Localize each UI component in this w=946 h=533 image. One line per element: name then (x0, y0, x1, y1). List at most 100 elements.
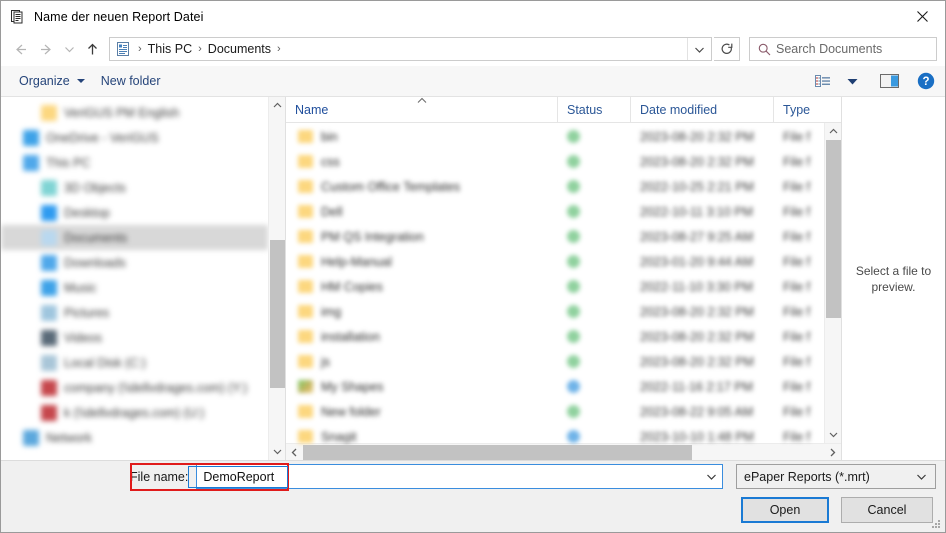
file-row-name: js (321, 354, 331, 369)
back-button[interactable] (7, 36, 33, 62)
file-row-name: Dell (321, 204, 343, 219)
file-row-name-cell: Help-Manual (286, 255, 558, 269)
nav-pane-item[interactable]: Documents (1, 225, 268, 250)
copy-documents-icon (10, 9, 26, 25)
file-list-rows[interactable]: bin 2023-08-20 2:32 PM File f css 2023-08-20… (286, 123, 824, 443)
nav-pane-item-label: VeriGUS PM English (64, 105, 180, 120)
file-list-scrollbar[interactable] (824, 123, 841, 443)
nav-pane-item[interactable]: VeriGUS PM English (1, 100, 268, 125)
nav-pane-item-label: OneDrive - VeriGUS (46, 130, 159, 145)
file-row-name-cell: js (286, 355, 558, 369)
nav-pane-item-label: company (\\dellvdrages.com) (Y:) (64, 380, 248, 395)
file-list-row[interactable]: Help-Manual 2023-01-20 9:44 AM File f (286, 249, 824, 274)
column-header-date-modified[interactable]: Date modified (631, 97, 774, 122)
chevron-left-icon[interactable] (286, 444, 303, 461)
file-list-row[interactable]: New folder 2023-08-22 9:05 AM File f (286, 399, 824, 424)
chevron-down-icon[interactable] (825, 426, 842, 443)
file-list-row[interactable]: My Shapes 2022-11-16 2:17 PM File f (286, 374, 824, 399)
nav-pane-item[interactable]: Desktop (1, 200, 268, 225)
navigation-scroll-track[interactable] (269, 114, 286, 443)
nav-pane-item[interactable]: OneDrive - VeriGUS (1, 125, 268, 150)
column-header-name[interactable]: Name (286, 97, 558, 122)
organize-button[interactable]: Organize (11, 71, 93, 91)
file-row-date: 2023-08-27 9:25 AM (640, 229, 754, 244)
view-layout-icon[interactable] (811, 70, 837, 92)
open-button-label: Open (769, 503, 801, 517)
nav-pane-item[interactable]: Local Disk (C:) (1, 350, 268, 375)
resize-grip-icon[interactable] (932, 520, 941, 529)
close-button[interactable] (899, 1, 945, 31)
file-list-row[interactable]: Snagit 2023-10-10 1:48 PM File f (286, 424, 824, 443)
file-list-scroll-track[interactable] (825, 140, 842, 426)
chevron-down-icon[interactable] (269, 443, 286, 460)
file-list-row[interactable]: css 2023-08-20 2:32 PM File f (286, 149, 824, 174)
chevron-right-icon[interactable] (824, 444, 841, 461)
nav-pane-item-label: Network (46, 430, 92, 445)
documents-folder-icon (115, 41, 131, 57)
file-list-row[interactable]: HM Copies 2022-11-10 3:30 PM File f (286, 274, 824, 299)
file-name-label: File name: (130, 469, 189, 484)
file-list-horizontal-scrollbar[interactable] (286, 443, 841, 460)
refresh-button[interactable] (714, 37, 740, 61)
preview-pane-icon[interactable] (877, 70, 903, 92)
search-input[interactable]: Search Documents (776, 42, 882, 56)
horizontal-scroll-track[interactable] (303, 444, 824, 461)
cancel-button[interactable]: Cancel (841, 497, 933, 523)
search-box[interactable]: Search Documents (749, 37, 937, 61)
file-row-status-cell (558, 280, 631, 293)
nav-pane-item[interactable]: Music (1, 275, 268, 300)
chevron-up-icon[interactable] (269, 97, 286, 114)
breadcrumb-this-pc[interactable]: This PC (145, 42, 195, 56)
chevron-up-icon[interactable] (825, 123, 842, 140)
nav-pane-item-label: Videos (64, 330, 102, 345)
file-row-type: File f (783, 154, 811, 169)
folder-icon (298, 380, 313, 393)
recent-locations-button[interactable] (59, 36, 79, 62)
file-row-date: 2023-08-20 2:32 PM (640, 154, 754, 169)
folder-icon (298, 305, 313, 318)
nav-pane-item[interactable]: Pictures (1, 300, 268, 325)
new-folder-button[interactable]: New folder (93, 71, 169, 91)
nav-pane-item[interactable]: Videos (1, 325, 268, 350)
column-header-status[interactable]: Status (558, 97, 631, 122)
folder-icon (298, 180, 313, 193)
navigation-pane-scrollbar[interactable] (268, 97, 285, 460)
navigation-pane-list[interactable]: VeriGUS PM English OneDrive - VeriGUS This… (1, 97, 268, 460)
nav-pane-item-label: Local Disk (C:) (64, 355, 146, 370)
file-list-scroll-thumb[interactable] (825, 140, 841, 318)
file-row-name-cell: Custom Office Templates (286, 180, 558, 194)
sync-status-icon (567, 330, 580, 343)
nav-pane-item-label: Music (64, 280, 97, 295)
nav-pane-item[interactable]: Network (1, 425, 268, 450)
up-button[interactable] (79, 36, 105, 62)
file-list-row[interactable]: installation 2023-08-20 2:32 PM File f (286, 324, 824, 349)
navigation-scroll-thumb[interactable] (269, 240, 285, 388)
forward-button[interactable] (33, 36, 59, 62)
file-list-row[interactable]: bin 2023-08-20 2:32 PM File f (286, 124, 824, 149)
file-type-filter[interactable]: ePaper Reports (*.mrt) (736, 464, 936, 489)
file-name-dropdown-button[interactable] (700, 465, 722, 488)
breadcrumb-documents[interactable]: Documents (205, 42, 274, 56)
file-list-row[interactable]: img 2023-08-20 2:32 PM File f (286, 299, 824, 324)
folder-icon (298, 130, 313, 143)
nav-pane-item[interactable]: k (\\dellvdrages.com) (U:) (1, 400, 268, 425)
nav-pane-item[interactable]: This PC (1, 150, 268, 175)
nav-pane-item[interactable]: company (\\dellvdrages.com) (Y:) (1, 375, 268, 400)
help-question-icon[interactable]: ? (913, 70, 939, 92)
address-bar[interactable]: › This PC › Documents › (109, 37, 712, 61)
open-button[interactable]: Open (741, 497, 829, 523)
column-header-type[interactable]: Type (774, 97, 841, 122)
file-list-row[interactable]: Custom Office Templates 2022-10-25 2:21 P… (286, 174, 824, 199)
file-row-name: installation (321, 329, 381, 344)
nav-pane-item[interactable]: Downloads (1, 250, 268, 275)
view-dropdown-button[interactable] (839, 70, 865, 92)
file-list-row[interactable]: js 2023-08-20 2:32 PM File f (286, 349, 824, 374)
address-dropdown-button[interactable] (687, 38, 711, 60)
file-list-row[interactable]: PM QS Integration 2023-08-27 9:25 AM File … (286, 224, 824, 249)
file-list-row[interactable]: Dell 2022-10-11 3:10 PM File f (286, 199, 824, 224)
command-bar: Organize New folder ? (1, 66, 945, 97)
file-name-input[interactable]: DemoReport (196, 464, 724, 489)
file-row-type: File f (783, 179, 811, 194)
nav-pane-item[interactable]: 3D Objects (1, 175, 268, 200)
horizontal-scroll-thumb[interactable] (303, 444, 692, 460)
